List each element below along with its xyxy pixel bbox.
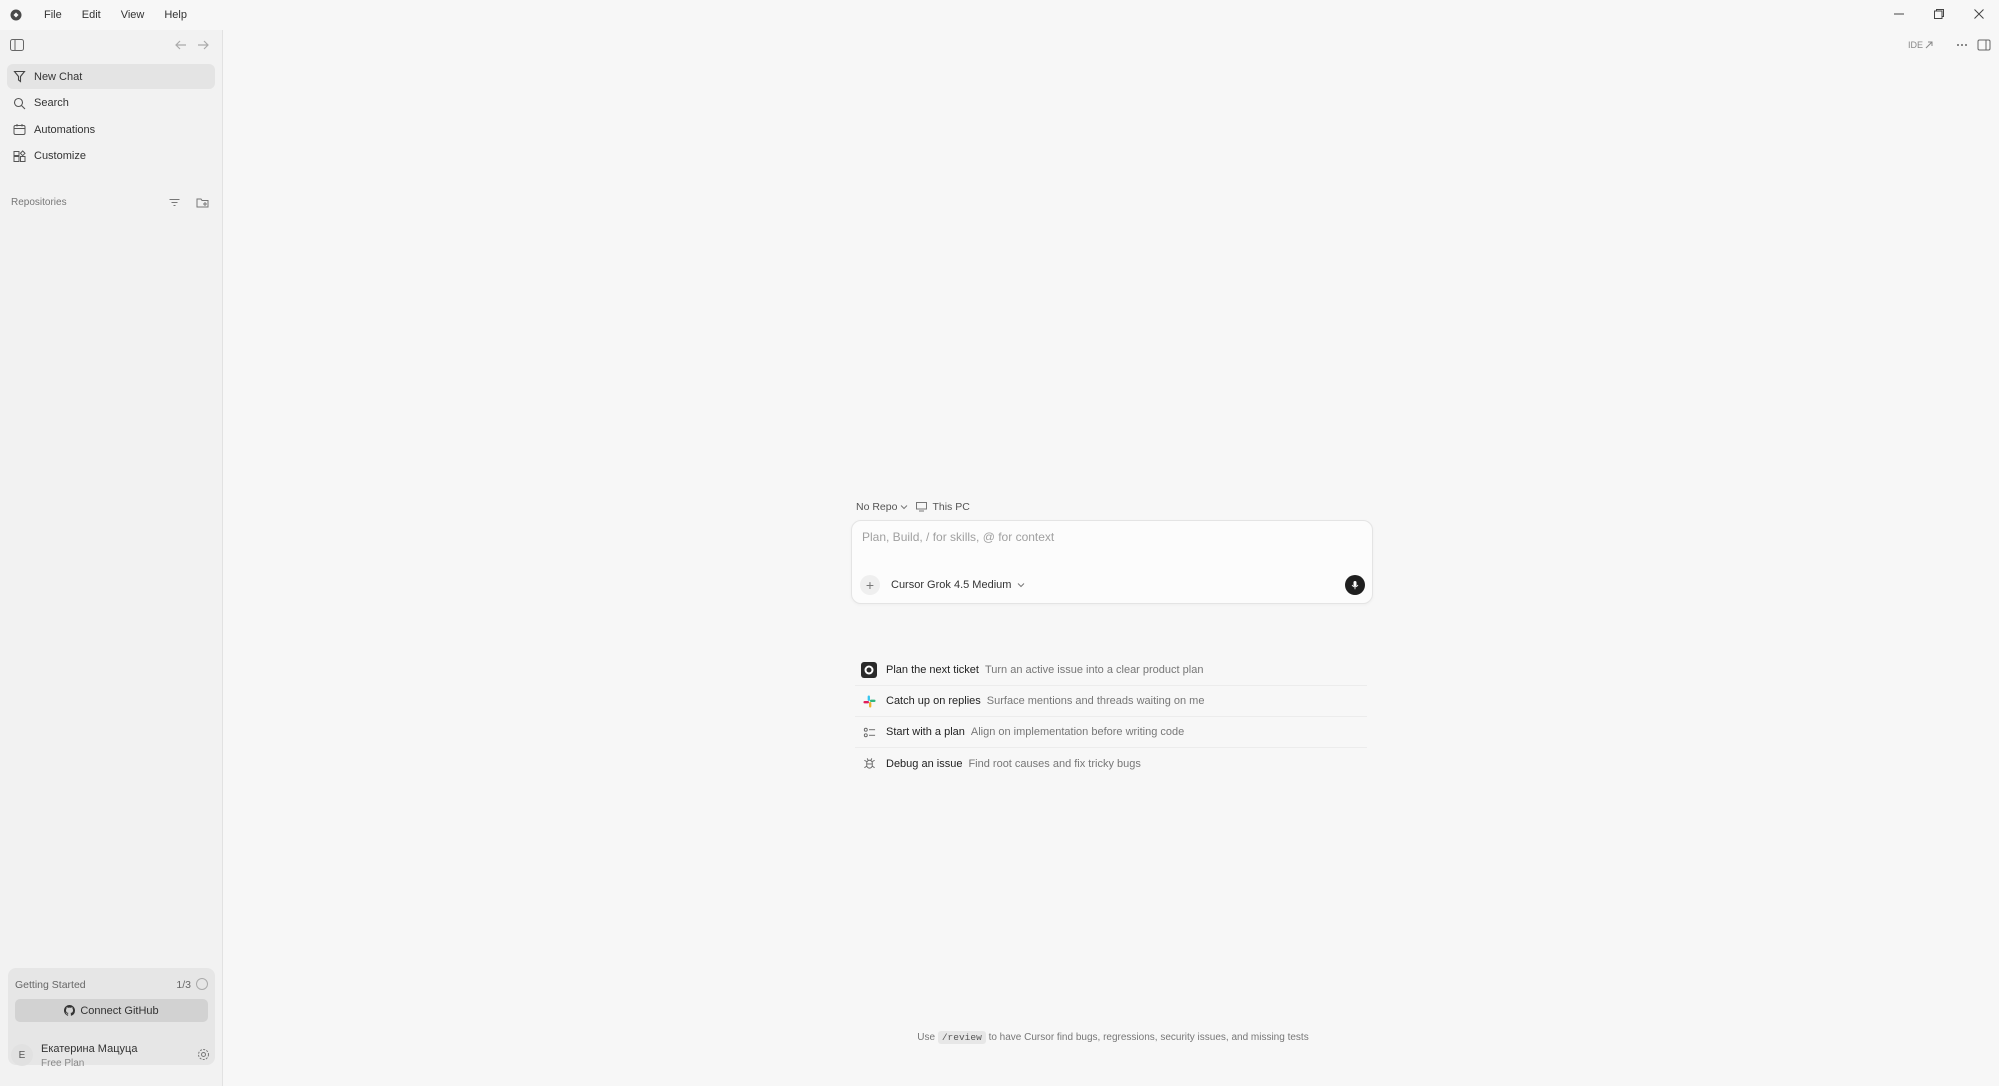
sidebar-item-automations[interactable]: Automations: [7, 117, 215, 142]
add-attachment-button[interactable]: +: [860, 575, 880, 595]
prompt-input[interactable]: [862, 530, 1342, 544]
chevron-down-icon: [1018, 583, 1025, 588]
new-chat-icon: [13, 70, 26, 83]
filter-icon[interactable]: [168, 196, 181, 209]
bug-icon: [861, 756, 877, 772]
open-ide-link[interactable]: IDE: [1908, 40, 1933, 50]
review-command: /review: [937, 1031, 986, 1044]
suggestion-item[interactable]: Start with a plan Align on implementatio…: [855, 717, 1367, 748]
gear-icon[interactable]: [197, 1048, 210, 1061]
linear-icon: [861, 662, 877, 678]
user-name: Екатерина Мацуца: [41, 1043, 138, 1055]
repositories-header: Repositories: [0, 191, 222, 215]
suggestion-description: Surface mentions and threads waiting on …: [986, 695, 1205, 707]
getting-started-title: Getting Started: [15, 979, 86, 991]
user-plan: Free Plan: [41, 1058, 85, 1069]
restore-button[interactable]: [1919, 0, 1959, 28]
footer-hint-suffix: to have Cursor find bugs, regressions, s…: [988, 1032, 1309, 1043]
model-selector[interactable]: Cursor Grok 4.5 Medium: [891, 579, 1025, 591]
search-icon: [13, 97, 26, 110]
slack-icon: [861, 693, 877, 709]
window-controls: [1879, 0, 1999, 28]
suggestion-title: Start with a plan: [886, 726, 965, 738]
suggestion-item[interactable]: Plan the next ticket Turn an active issu…: [855, 655, 1367, 686]
monitor-icon: [916, 502, 928, 512]
user-account[interactable]: E Екатерина Мацуца Free Plan: [8, 1040, 215, 1076]
back-arrow-icon[interactable]: [174, 38, 188, 52]
suggestion-item[interactable]: Catch up on replies Surface mentions and…: [855, 686, 1367, 717]
menu-view[interactable]: View: [111, 0, 155, 30]
microphone-icon: [1351, 581, 1359, 590]
sidebar-item-label: New Chat: [34, 70, 83, 83]
close-icon: [1974, 9, 1984, 19]
suggestion-description: Find root causes and fix tricky bugs: [968, 757, 1141, 770]
connect-github-label: Connect GitHub: [80, 1004, 159, 1017]
suggestion-description: Turn an active issue into a clear produc…: [984, 664, 1204, 676]
sidebar-toggle-icon[interactable]: [10, 39, 24, 51]
customize-icon: [13, 149, 26, 163]
voice-input-button[interactable]: [1345, 575, 1365, 595]
minimize-icon: [1894, 13, 1904, 15]
forward-arrow-icon[interactable]: [196, 38, 210, 52]
footer-hint-prefix: Use: [917, 1032, 936, 1043]
sidebar-item-new-chat[interactable]: New Chat: [7, 64, 215, 89]
sidebar-item-label: Customize: [34, 150, 86, 162]
sidebar-item-customize[interactable]: Customize: [7, 144, 215, 169]
sidebar-item-label: Search: [34, 97, 69, 109]
context-selector-row: No Repo This PC: [851, 496, 1373, 518]
menu-help[interactable]: Help: [154, 0, 197, 30]
suggestion-title: Catch up on replies: [886, 695, 981, 707]
restore-icon: [1934, 9, 1944, 19]
getting-started-progress: 1/3: [176, 979, 191, 991]
more-options-icon[interactable]: [1955, 38, 1969, 52]
app-logo-icon: [10, 9, 22, 21]
automations-icon: [13, 123, 26, 136]
external-link-icon: [1925, 41, 1933, 49]
suggestion-item[interactable]: Debug an issue Find root causes and fix …: [855, 748, 1367, 779]
close-window-button[interactable]: [1959, 0, 1999, 28]
github-icon: [64, 1005, 76, 1016]
composer-area: No Repo This PC + Cursor Grok 4.5 Medium: [851, 496, 1373, 604]
progress-ring-icon: [196, 978, 208, 990]
panel-toggle-icon[interactable]: [1977, 38, 1991, 52]
avatar: E: [11, 1044, 33, 1066]
suggestion-title: Plan the next ticket: [886, 664, 979, 676]
suggestion-title: Debug an issue: [886, 757, 963, 770]
location-selector[interactable]: This PC: [932, 501, 969, 513]
sidebar-item-label: Automations: [34, 123, 96, 136]
plus-icon: +: [865, 577, 875, 593]
sidebar-nav: New Chat Search Automations Customize: [0, 64, 222, 169]
sidebar: New Chat Search Automations Customize Re…: [0, 30, 223, 1086]
connect-github-button[interactable]: Connect GitHub: [15, 999, 208, 1022]
chevron-down-icon[interactable]: [900, 503, 908, 511]
top-right-controls: IDE: [1908, 38, 1991, 52]
composer-box: + Cursor Grok 4.5 Medium: [851, 520, 1373, 604]
suggestions-list: Plan the next ticket Turn an active issu…: [855, 655, 1367, 779]
footer-hint: Use /review to have Cursor find bugs, re…: [0, 1031, 1999, 1044]
minimize-button[interactable]: [1879, 0, 1919, 28]
repo-selector[interactable]: No Repo: [856, 501, 897, 513]
suggestion-description: Align on implementation before writing c…: [970, 726, 1185, 738]
plan-list-icon: [861, 724, 877, 740]
menu-file[interactable]: File: [34, 0, 72, 30]
sidebar-item-search[interactable]: Search: [7, 91, 215, 116]
add-folder-icon[interactable]: [196, 196, 209, 209]
repositories-label: Repositories: [11, 196, 67, 208]
menu-edit[interactable]: Edit: [72, 0, 111, 30]
ide-label: IDE: [1907, 40, 1923, 50]
title-bar: File Edit View Help: [0, 0, 1999, 30]
model-label: Cursor Grok 4.5 Medium: [891, 579, 1012, 591]
sidebar-toolbar: [0, 30, 222, 60]
